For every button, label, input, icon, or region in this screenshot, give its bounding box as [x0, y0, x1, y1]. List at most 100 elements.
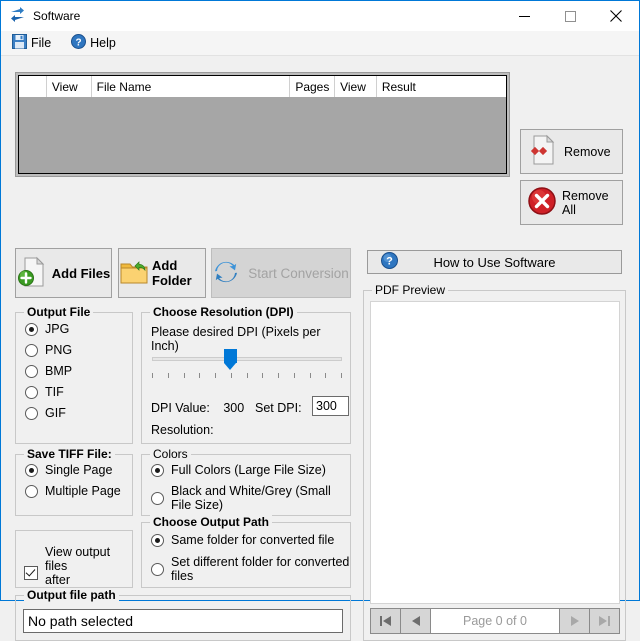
- window-title: Software: [33, 9, 80, 23]
- save-floppy-icon: [12, 34, 27, 52]
- application-window: Software File: [0, 0, 640, 601]
- slider-tick: [168, 373, 169, 378]
- radio-black-white-grey-label: Black and White/Grey (Small File Size): [171, 484, 350, 512]
- radio-indicator: [25, 344, 38, 357]
- start-conversion-button[interactable]: Start Conversion: [211, 248, 351, 298]
- question-circle-icon: ?: [71, 34, 86, 52]
- radio-indicator: [25, 407, 38, 420]
- output-file-path-input[interactable]: [23, 609, 343, 633]
- column-header-result[interactable]: Result: [377, 76, 506, 97]
- colors-options: Full Colors (Large File Size) Black and …: [142, 455, 350, 512]
- slider-tick: [184, 373, 185, 378]
- remove-button-label: Remove: [564, 145, 611, 159]
- menu-item-file[interactable]: File: [9, 33, 54, 53]
- column-header-view2[interactable]: View: [335, 76, 377, 97]
- radio-different-folder-label: Set different folder for converted files: [171, 555, 350, 583]
- radio-output-jpg-label: JPG: [45, 322, 69, 336]
- slider-tick: [231, 373, 232, 378]
- slider-tick: [310, 373, 311, 378]
- document-delete-icon: [528, 134, 558, 169]
- window-controls: [501, 1, 639, 31]
- file-list-rows[interactable]: [19, 97, 506, 173]
- resolution-readout-label: Resolution:: [151, 423, 214, 437]
- radio-tiff-multiple-page-label: Multiple Page: [45, 484, 121, 498]
- pdf-preview-canvas[interactable]: [370, 301, 620, 604]
- column-header-pages[interactable]: Pages: [290, 76, 335, 97]
- radio-same-folder[interactable]: Same folder for converted file: [151, 533, 350, 547]
- radio-full-colors[interactable]: Full Colors (Large File Size): [151, 463, 350, 477]
- radio-tiff-single-page[interactable]: Single Page: [25, 463, 132, 477]
- dpi-slider-thumb[interactable]: [224, 349, 237, 363]
- radio-different-folder[interactable]: Set different folder for converted files: [151, 555, 350, 583]
- slider-tick: [341, 373, 342, 378]
- radio-full-colors-label: Full Colors (Large File Size): [171, 463, 326, 477]
- radio-indicator: [151, 464, 164, 477]
- add-files-label: Add Files: [52, 266, 111, 281]
- minimize-button[interactable]: [501, 1, 547, 31]
- dpi-slider[interactable]: [150, 349, 344, 379]
- radio-output-png[interactable]: PNG: [25, 343, 132, 357]
- svg-text:?: ?: [76, 37, 82, 48]
- slider-tick: [215, 373, 216, 378]
- save-tiff-legend: Save TIFF File:: [24, 447, 115, 461]
- set-dpi-input[interactable]: [312, 396, 349, 416]
- menu-item-help-label: Help: [90, 36, 116, 50]
- radio-tiff-multiple-page[interactable]: Multiple Page: [25, 484, 132, 498]
- how-to-use-software-button[interactable]: ? How to Use Software: [367, 250, 622, 274]
- save-tiff-options: Single Page Multiple Page: [16, 455, 132, 498]
- slider-tick: [262, 373, 263, 378]
- colors-legend: Colors: [150, 447, 191, 461]
- output-file-group: Output File JPG PNG BMP TIF: [15, 312, 133, 444]
- last-page-button[interactable]: [589, 609, 619, 633]
- dpi-slider-ticks: [152, 373, 342, 379]
- dpi-value-label: DPI Value:: [151, 401, 210, 415]
- radio-tiff-single-page-label: Single Page: [45, 463, 112, 477]
- next-page-button[interactable]: [559, 609, 589, 633]
- output-path-legend: Choose Output Path: [150, 515, 272, 529]
- column-header-view1[interactable]: View: [47, 76, 92, 97]
- next-page-icon: [571, 616, 579, 626]
- radio-indicator: [25, 464, 38, 477]
- title-bar-left: Software: [1, 6, 80, 26]
- pdf-preview-legend: PDF Preview: [372, 283, 448, 297]
- column-header-file-name[interactable]: File Name: [92, 76, 291, 97]
- radio-output-jpg[interactable]: JPG: [25, 322, 132, 336]
- slider-tick: [278, 373, 279, 378]
- radio-output-bmp-label: BMP: [45, 364, 72, 378]
- refresh-icon: [213, 259, 239, 288]
- file-list[interactable]: View File Name Pages View Result: [18, 75, 507, 174]
- column-header-select[interactable]: [19, 76, 47, 97]
- question-circle-icon: ?: [381, 252, 398, 272]
- menu-item-help[interactable]: ? Help: [68, 33, 119, 53]
- radio-same-folder-label: Same folder for converted file: [171, 533, 334, 547]
- previous-page-icon: [412, 616, 420, 626]
- remove-button[interactable]: Remove: [520, 129, 623, 174]
- title-bar: Software: [1, 1, 639, 31]
- slider-tick: [199, 373, 200, 378]
- add-files-button[interactable]: Add Files: [15, 248, 112, 298]
- maximize-button[interactable]: [547, 1, 593, 31]
- output-file-path-legend: Output file path: [24, 588, 119, 602]
- output-file-options: JPG PNG BMP TIF GIF: [16, 313, 132, 420]
- previous-page-button[interactable]: [401, 609, 431, 633]
- slider-tick: [247, 373, 248, 378]
- radio-indicator: [25, 386, 38, 399]
- radio-output-bmp[interactable]: BMP: [25, 364, 132, 378]
- resolution-legend: Choose Resolution (DPI): [150, 305, 297, 319]
- close-button[interactable]: [593, 1, 639, 31]
- add-folder-button[interactable]: Add Folder: [118, 248, 206, 298]
- view-output-group: View output files after conversion: [15, 530, 133, 588]
- dpi-slider-track[interactable]: [152, 357, 342, 361]
- first-page-button[interactable]: [371, 609, 401, 633]
- radio-black-white-grey[interactable]: Black and White/Grey (Small File Size): [151, 484, 350, 512]
- set-dpi-label: Set DPI:: [255, 401, 302, 415]
- main-body: View File Name Pages View Result Remo: [1, 56, 639, 600]
- dpi-value-row: DPI Value: 300: [151, 401, 244, 415]
- remove-all-button[interactable]: Remove All: [520, 180, 623, 225]
- radio-output-gif[interactable]: GIF: [25, 406, 132, 420]
- radio-output-tif-label: TIF: [45, 385, 64, 399]
- radio-output-tif[interactable]: TIF: [25, 385, 132, 399]
- slider-tick: [152, 373, 153, 378]
- add-folder-label: Add Folder: [152, 258, 205, 288]
- last-page-icon: [599, 616, 607, 626]
